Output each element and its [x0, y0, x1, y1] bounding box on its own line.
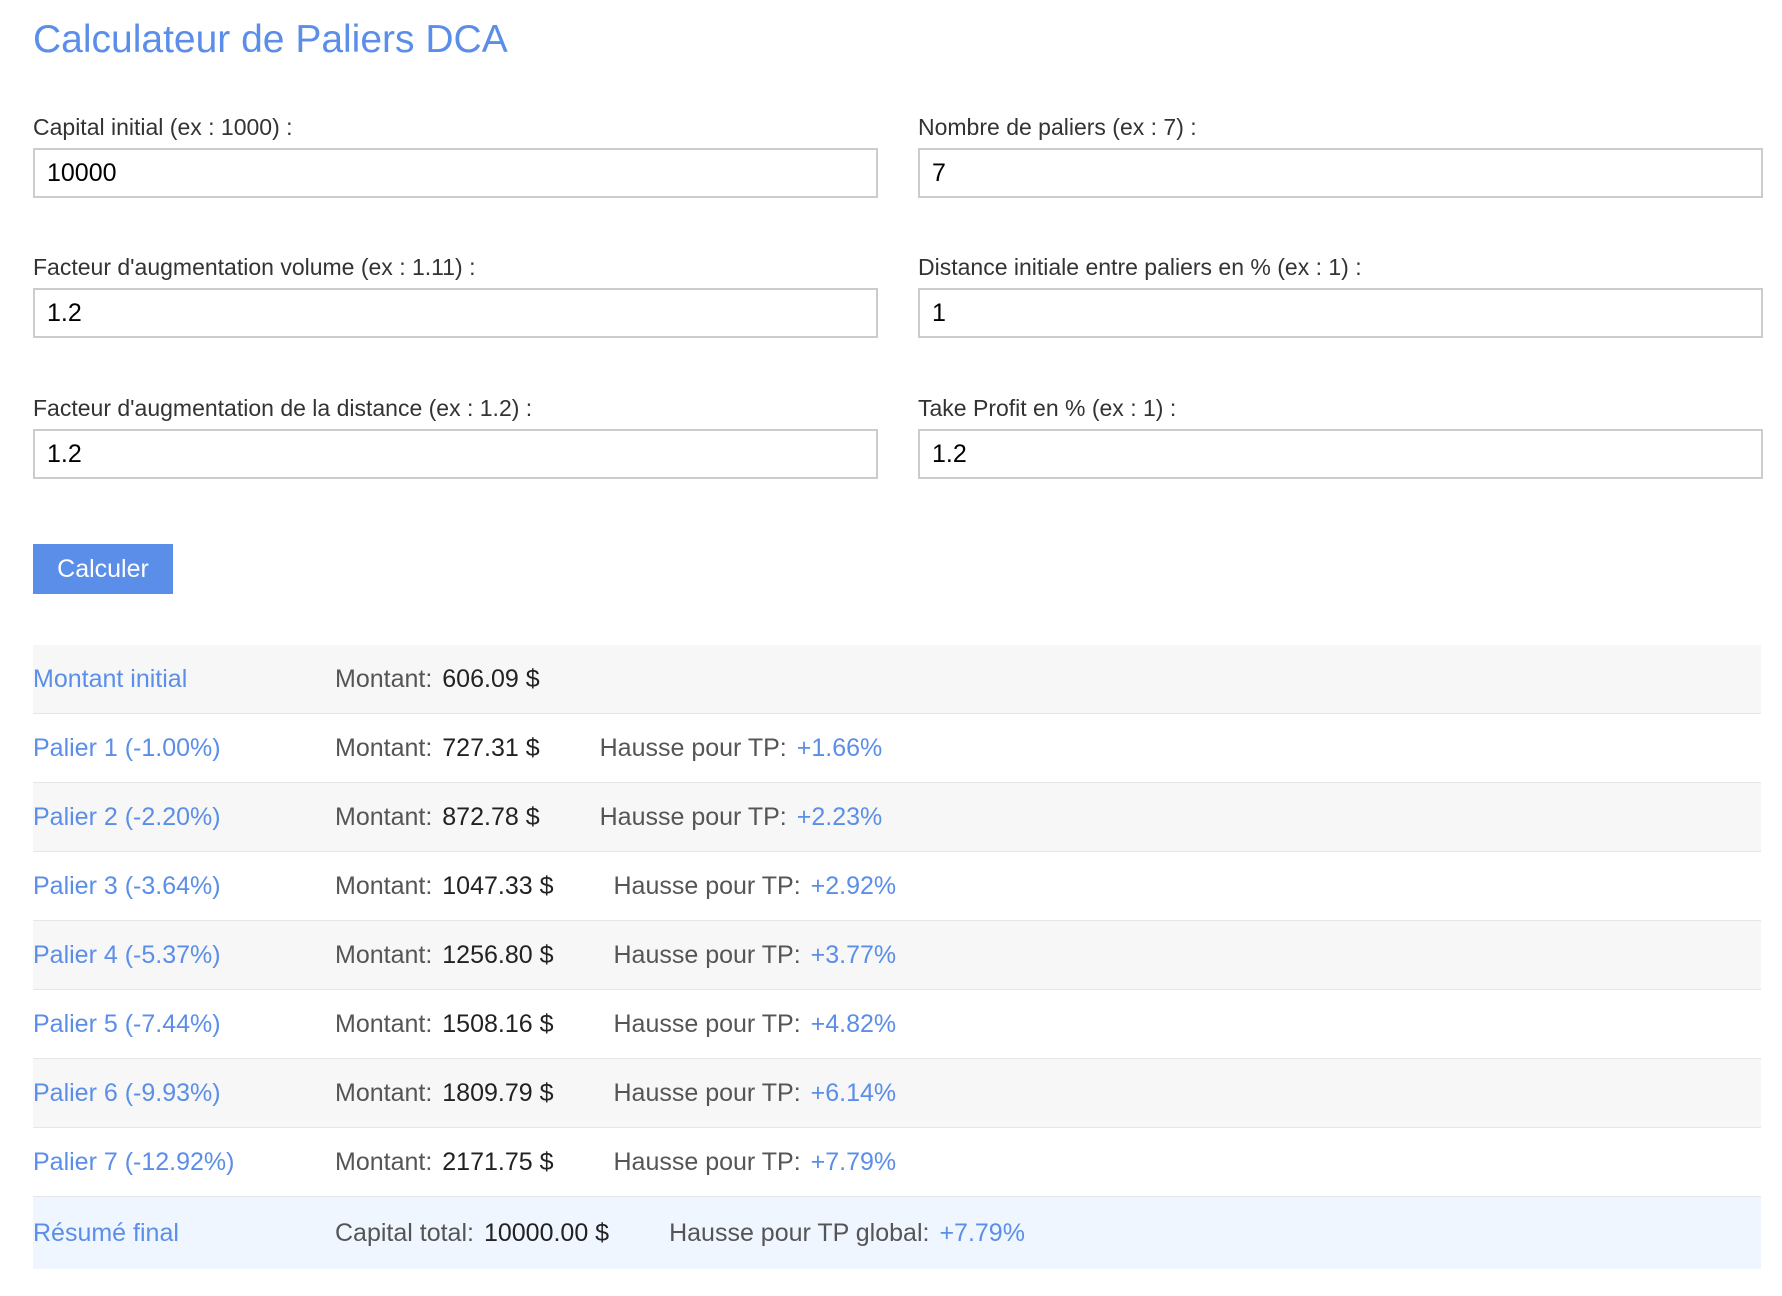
distance-factor-input[interactable] — [33, 429, 878, 479]
take-profit-label: Take Profit en % (ex : 1) : — [918, 395, 1177, 421]
volume-factor-input[interactable] — [33, 288, 878, 338]
row-name: Palier 7 (-12.92%) — [33, 1147, 235, 1176]
tp-value: +1.66% — [796, 733, 883, 762]
row-name: Palier 5 (-7.44%) — [33, 1009, 221, 1038]
result-row-palier-4: Palier 4 (-5.37%) Montant: 1256.80 $ Hau… — [33, 921, 1761, 990]
result-row-palier-7: Palier 7 (-12.92%) Montant: 2171.75 $ Ha… — [33, 1128, 1761, 1197]
distance-initial-field: Distance initiale entre paliers en % (ex… — [918, 252, 1763, 338]
montant-label: Montant: — [335, 733, 433, 762]
distance-factor-field: Facteur d'augmentation de la distance (e… — [33, 393, 878, 479]
capital-input[interactable] — [33, 148, 878, 198]
capital-label: Capital initial (ex : 1000) : — [33, 114, 293, 140]
tp-value: +6.14% — [810, 1078, 897, 1107]
montant-value: 1508.16 $ — [442, 1009, 554, 1038]
montant-label: Montant: — [335, 1078, 433, 1107]
result-row-palier-1: Palier 1 (-1.00%) Montant: 727.31 $ Haus… — [33, 714, 1761, 783]
paliers-input[interactable] — [918, 148, 1763, 198]
tp-label: Hausse pour TP: — [599, 733, 787, 762]
result-row-palier-3: Palier 3 (-3.64%) Montant: 1047.33 $ Hau… — [33, 852, 1761, 921]
row-name: Palier 4 (-5.37%) — [33, 940, 221, 969]
tp-label: Hausse pour TP: — [613, 1009, 801, 1038]
distance-factor-label: Facteur d'augmentation de la distance (e… — [33, 395, 533, 421]
tp-label: Hausse pour TP: — [613, 1078, 801, 1107]
montant-label: Montant: — [335, 802, 433, 831]
volume-factor-field: Facteur d'augmentation volume (ex : 1.11… — [33, 252, 878, 338]
page-title: Calculateur de Paliers DCA — [33, 18, 508, 61]
montant-label: Montant: — [335, 940, 433, 969]
paliers-label: Nombre de paliers (ex : 7) : — [918, 114, 1197, 140]
take-profit-input[interactable] — [918, 429, 1763, 479]
montant-value: 2171.75 $ — [442, 1147, 554, 1176]
result-row-palier-6: Palier 6 (-9.93%) Montant: 1809.79 $ Hau… — [33, 1059, 1761, 1128]
montant-value: 1256.80 $ — [442, 940, 554, 969]
result-row-palier-2: Palier 2 (-2.20%) Montant: 872.78 $ Haus… — [33, 783, 1761, 852]
row-name: Palier 6 (-9.93%) — [33, 1078, 221, 1107]
tp-value: +3.77% — [810, 940, 897, 969]
dca-calculator: Calculateur de Paliers DCA Capital initi… — [0, 0, 1782, 1296]
capital-total-label: Capital total: — [335, 1218, 474, 1247]
row-name: Montant initial — [33, 664, 188, 693]
montant-value: 606.09 $ — [442, 664, 540, 693]
summary-name: Résumé final — [33, 1218, 179, 1247]
distance-initial-label: Distance initiale entre paliers en % (ex… — [918, 254, 1362, 280]
results-list: Montant initial Montant: 606.09 $ Palier… — [33, 645, 1761, 1269]
row-name: Palier 1 (-1.00%) — [33, 733, 221, 762]
tp-label: Hausse pour TP: — [613, 871, 801, 900]
montant-value: 1047.33 $ — [442, 871, 554, 900]
calculer-button[interactable]: Calculer — [33, 544, 173, 594]
montant-value: 872.78 $ — [442, 802, 540, 831]
result-row-summary: Résumé final Capital total: 10000.00 $ H… — [33, 1197, 1761, 1269]
capital-field: Capital initial (ex : 1000) : — [33, 112, 878, 198]
result-row-palier-5: Palier 5 (-7.44%) Montant: 1508.16 $ Hau… — [33, 990, 1761, 1059]
montant-label: Montant: — [335, 1147, 433, 1176]
tp-label: Hausse pour TP: — [613, 940, 801, 969]
tp-value: +2.92% — [810, 871, 897, 900]
take-profit-field: Take Profit en % (ex : 1) : — [918, 393, 1763, 479]
row-name: Palier 2 (-2.20%) — [33, 802, 221, 831]
distance-initial-input[interactable] — [918, 288, 1763, 338]
montant-label: Montant: — [335, 1009, 433, 1038]
tp-label: Hausse pour TP: — [613, 1147, 801, 1176]
paliers-field: Nombre de paliers (ex : 7) : — [918, 112, 1763, 198]
montant-value: 727.31 $ — [442, 733, 540, 762]
montant-label: Montant: — [335, 664, 433, 693]
tp-value: +4.82% — [810, 1009, 897, 1038]
montant-label: Montant: — [335, 871, 433, 900]
tp-global-label: Hausse pour TP global: — [669, 1218, 930, 1247]
row-name: Palier 3 (-3.64%) — [33, 871, 221, 900]
tp-label: Hausse pour TP: — [599, 802, 787, 831]
tp-value: +2.23% — [796, 802, 883, 831]
volume-factor-label: Facteur d'augmentation volume (ex : 1.11… — [33, 254, 476, 280]
montant-value: 1809.79 $ — [442, 1078, 554, 1107]
result-row-initial: Montant initial Montant: 606.09 $ — [33, 645, 1761, 714]
capital-total-value: 10000.00 $ — [483, 1218, 610, 1247]
tp-value: +7.79% — [810, 1147, 897, 1176]
tp-global-value: +7.79% — [939, 1218, 1025, 1247]
